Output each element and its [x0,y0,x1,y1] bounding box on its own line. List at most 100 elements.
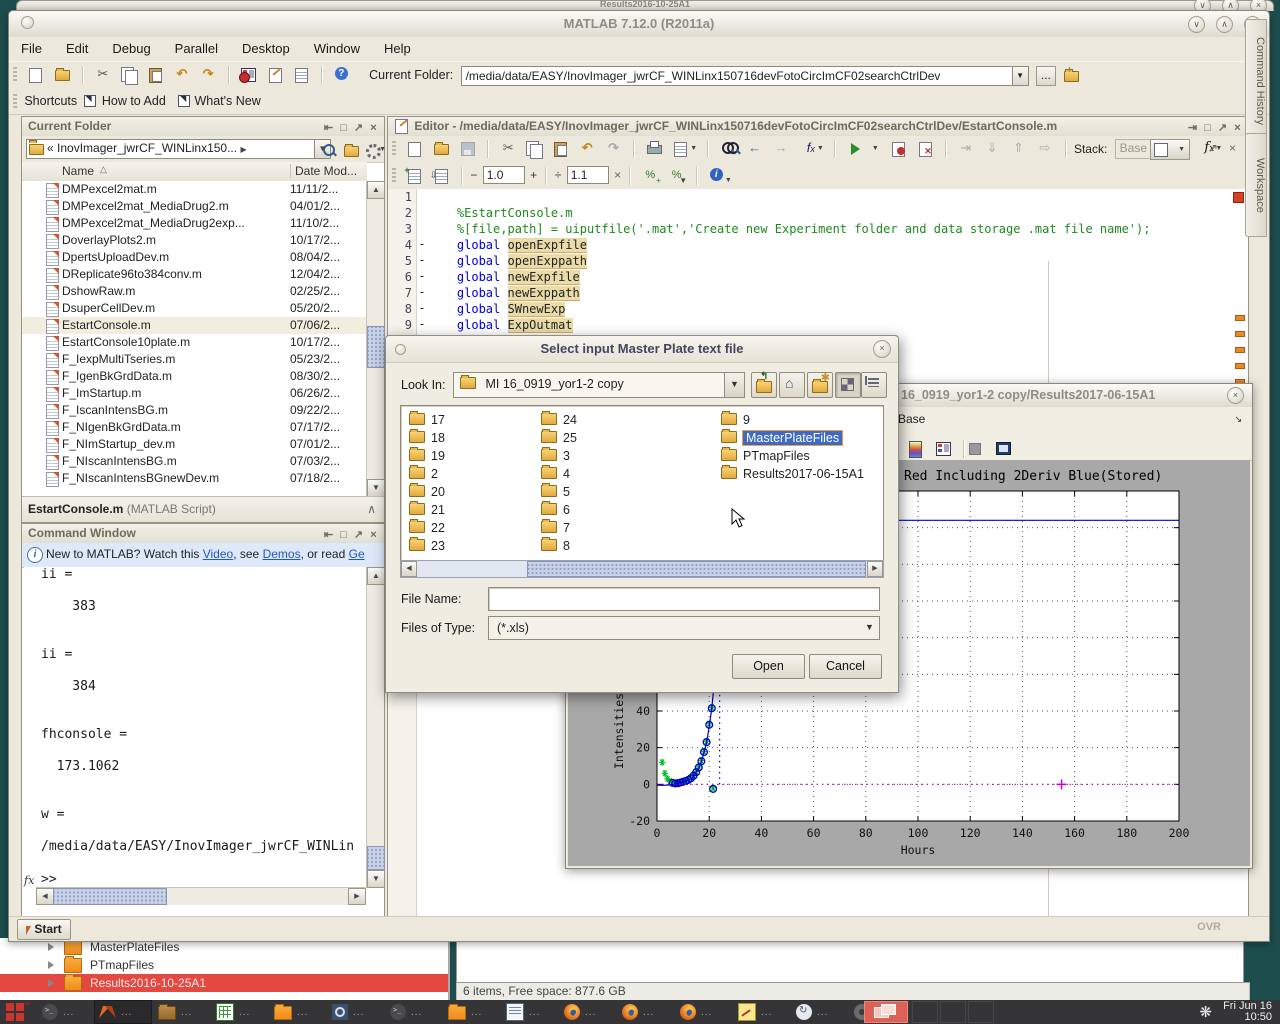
guide-icon[interactable] [266,65,285,84]
look-in-combobox[interactable]: MI 16_0919_yor1-2 copy ▼ [453,372,745,398]
folder-list-hscrollbar[interactable]: ◀ ▶ [400,560,884,578]
find-icon[interactable] [719,139,738,158]
file-row[interactable]: F_NIscanIntensBGnewDev.m07/18/2... [22,470,367,487]
search-icon[interactable] [320,141,339,160]
fm-tree-row[interactable]: PTmapFiles [0,956,448,974]
line-number[interactable]: 5 [388,253,416,269]
increase-value-button[interactable]: + [530,168,537,182]
menu-file[interactable]: File [9,37,54,61]
look-in-dropdown-icon[interactable]: ▼ [724,373,744,397]
fm-folder-name[interactable]: Results2016-10-25A1 [90,974,206,992]
mlint-status-icon[interactable] [1233,192,1244,203]
folder-item[interactable]: 18 [409,430,445,446]
file-name[interactable]: DReplicate96to384conv.m [62,266,202,283]
dock-icon[interactable]: ⇥ [1185,119,1200,137]
sort-ascending-icon[interactable]: △ [100,164,107,175]
file-name-input[interactable] [488,587,880,611]
expand-icon[interactable] [48,979,54,987]
file-name[interactable]: F_IscanIntensBG.m [62,402,168,419]
folder-item[interactable]: 7 [541,520,570,536]
copy-icon[interactable] [525,139,544,158]
folder-name[interactable]: 8 [563,539,570,553]
breakpoint-column[interactable]: - [417,285,427,301]
folder-item[interactable]: 5 [541,484,570,500]
file-row[interactable]: F_IexpMultiTseries.m05/23/2... [22,351,367,368]
breadcrumb-text[interactable]: InovImager_jwrCF_WINLinx150... [57,141,237,155]
simulink-library-icon[interactable] [239,65,258,84]
current-folder-dropdown-icon[interactable]: ▼ [1012,67,1028,85]
folder-item[interactable]: 3 [541,448,570,464]
file-name[interactable]: EstartConsole10plate.m [62,334,190,351]
file-name[interactable]: EstartConsole.m [62,317,151,334]
taskbar-clock[interactable]: Fri Jun 16 10:50 [1223,1001,1272,1023]
file-name[interactable]: F_IexpMultiTseries.m [62,351,175,368]
file-name[interactable]: F_NIgenBkGrdData.m [62,419,181,436]
folder-item[interactable]: 21 [409,502,445,518]
file-name[interactable]: DshowRaw.m [62,283,135,300]
folder-name[interactable]: PTmapFiles [743,449,810,463]
scrollbar-thumb[interactable] [367,846,385,870]
folder-item[interactable]: 6 [541,502,570,518]
taskbar-app-firefox[interactable]: ... [674,1000,732,1024]
app-launcher-icon[interactable] [6,1002,32,1022]
toolbar-drag-handle[interactable] [13,67,17,83]
file-row[interactable]: DoverlayPlots2.m10/17/2... [22,232,367,249]
folder-name[interactable]: 2 [431,467,438,481]
value-input-1[interactable]: 1.0 [483,166,525,184]
menu-debug[interactable]: Debug [100,37,162,61]
mlint-warning-mark[interactable] [1235,363,1245,369]
line-number[interactable]: 2 [388,205,416,221]
command-window-hscrollbar[interactable]: ◀ ▶ [36,887,366,905]
folder-name[interactable]: 9 [743,413,750,427]
file-name[interactable]: F_NIscanIntensBG.m [62,453,177,470]
taskbar-active-window-button[interactable] [864,1001,908,1023]
file-row[interactable]: DReplicate96to384conv.m12/04/2... [22,266,367,283]
up-one-level-button[interactable]: ↰ [751,372,777,398]
file-name[interactable]: DoverlayPlots2.m [62,232,156,249]
home-button[interactable]: ⌂ [779,372,805,398]
folder-list[interactable]: 17181922021222324253456789MasterPlateFil… [400,405,884,562]
close-panel-icon[interactable]: × [366,119,381,137]
scrollbar-thumb[interactable] [527,561,866,577]
line-number[interactable]: 3 [388,221,416,237]
value-input-2[interactable]: 1.1 [567,166,609,184]
folder-item[interactable]: 4 [541,466,570,482]
current-folder-panel-header[interactable]: Current Folder ⇤□↗× [22,117,384,137]
line-number[interactable]: 1 [388,189,416,205]
files-of-type-combobox[interactable]: (*.xls) ▼ [488,616,880,640]
tab-workspace[interactable]: Workspace [1245,133,1267,237]
file-name[interactable]: DpertsUploadDev.m [62,249,169,266]
taskbar-app-folder[interactable]: ... [152,1000,210,1024]
file-name[interactable]: DMPexcel2mat.m [62,181,157,198]
breakpoint-column[interactable]: - [417,269,427,285]
split-screen-selector[interactable]: ▼ [1150,139,1190,160]
print-preview-icon[interactable]: ▼ [671,139,697,158]
menu-parallel[interactable]: Parallel [163,37,230,61]
expand-icon[interactable] [48,943,54,951]
minimize-button[interactable]: ∨ [1188,16,1205,33]
folder-name[interactable]: 23 [431,539,445,553]
clear-breakpoints-icon[interactable]: ✕ [916,139,935,158]
taskbar-empty-slot[interactable] [940,1001,966,1023]
open-file-icon[interactable] [53,65,72,84]
breakpoint-column[interactable]: - [417,253,427,269]
multiply-button[interactable]: × [614,168,621,182]
folder-item[interactable]: 22 [409,520,445,536]
continue-icon[interactable]: ⇨ [1035,139,1054,158]
taskbar-app-folder2[interactable]: ... [268,1000,326,1024]
folder-name[interactable]: MasterPlateFiles [743,431,842,445]
copy-icon[interactable] [120,65,139,84]
percent-plus-icon[interactable]: %+ [641,166,660,185]
menu-desktop[interactable]: Desktop [230,37,302,61]
code-line[interactable]: %[file,path] = uiputfile('.mat','Create … [428,221,1238,237]
taskbar-app-folder2[interactable]: ... [442,1000,500,1024]
file-details-bar[interactable]: EstartConsole.m (MATLAB Script) ∧ [22,496,384,522]
scroll-left-icon[interactable]: ◀ [401,561,417,577]
whatsnew-icon[interactable]: ◥ [177,93,191,112]
file-row[interactable]: DMPexcel2mat_MediaDrug2.m04/01/2... [22,198,367,215]
banner-link[interactable]: Demos [263,547,301,561]
taskbar-app-document[interactable]: ... [500,1000,558,1024]
dialog-titlebar[interactable]: Select input Master Plate text file × [386,336,898,363]
folder-item[interactable]: 8 [541,538,570,554]
undock-icon[interactable]: ↗ [1215,119,1230,137]
